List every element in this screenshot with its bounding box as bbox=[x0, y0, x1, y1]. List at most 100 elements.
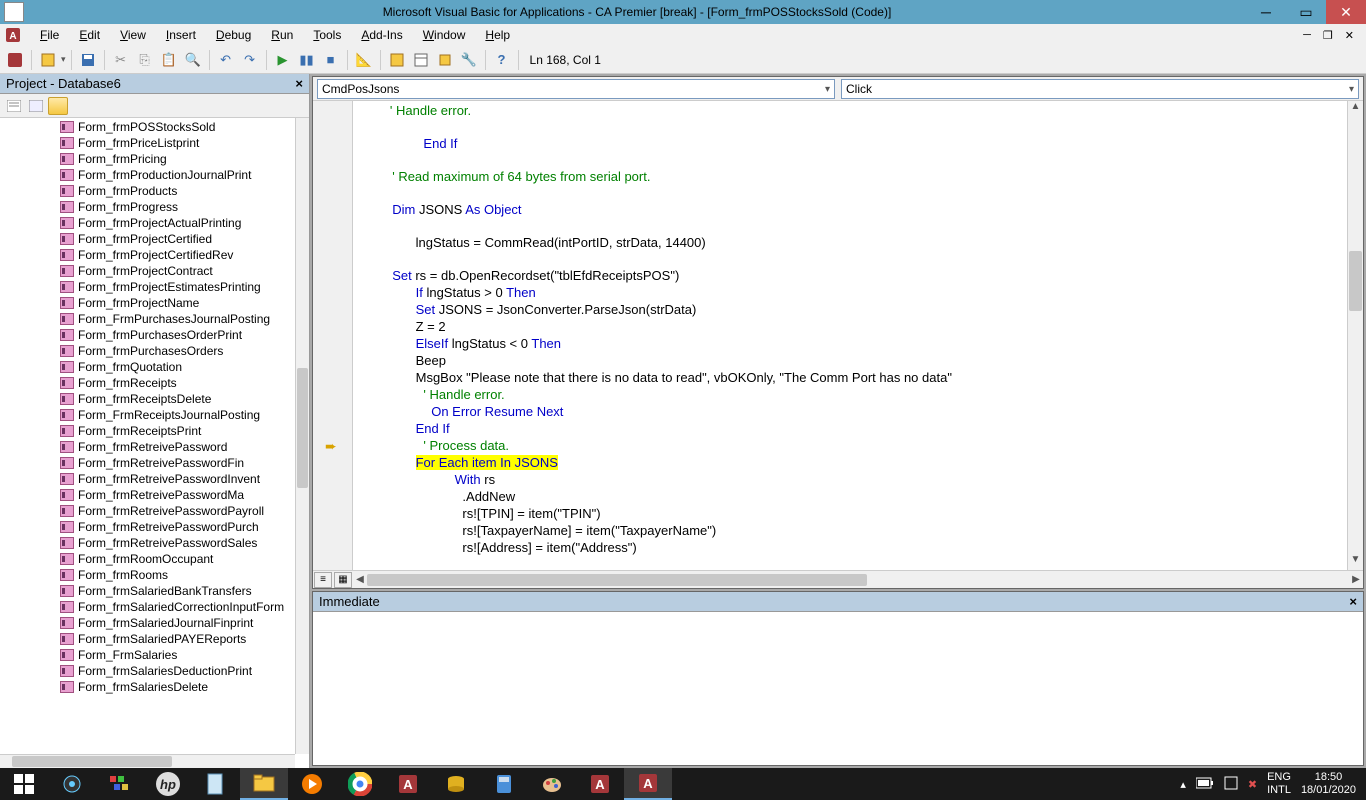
menu-edit[interactable]: Edit bbox=[69, 26, 110, 44]
view-access-icon[interactable] bbox=[4, 49, 26, 71]
toggle-folders-icon[interactable] bbox=[48, 97, 68, 115]
tree-item[interactable]: Form_frmQuotation bbox=[0, 359, 295, 375]
project-tree[interactable]: Form_frmPOSStocksSoldForm_frmPriceListpr… bbox=[0, 118, 309, 768]
tray-language[interactable]: ENG INTL bbox=[1267, 771, 1291, 797]
toolbox-icon[interactable]: 🔧 bbox=[458, 49, 480, 71]
immediate-close-button[interactable]: × bbox=[1349, 594, 1357, 609]
tree-item[interactable]: Form_frmRetreivePasswordInvent bbox=[0, 471, 295, 487]
run-icon[interactable]: ▶ bbox=[272, 49, 294, 71]
insert-module-icon[interactable] bbox=[37, 49, 59, 71]
tree-item[interactable]: Form_frmReceiptsDelete bbox=[0, 391, 295, 407]
menu-debug[interactable]: Debug bbox=[206, 26, 261, 44]
mdi-restore[interactable]: ❐ bbox=[1319, 29, 1337, 42]
scroll-left-icon[interactable]: ◀ bbox=[353, 573, 367, 587]
object-combo[interactable]: CmdPosJsons ▾ bbox=[317, 79, 835, 99]
tree-item[interactable]: Form_frmRetreivePasswordMa bbox=[0, 487, 295, 503]
system-tray[interactable]: ▴ ✖ ENG INTL 18:50 18/01/2020 bbox=[1170, 771, 1366, 797]
tree-item[interactable]: Form_frmProducts bbox=[0, 183, 295, 199]
menu-view[interactable]: View bbox=[110, 26, 156, 44]
scroll-right-icon[interactable]: ▶ bbox=[1349, 573, 1363, 587]
save-icon[interactable] bbox=[77, 49, 99, 71]
tree-item[interactable]: Form_frmPriceListprint bbox=[0, 135, 295, 151]
taskbar-app-calculator[interactable] bbox=[480, 768, 528, 800]
tree-item[interactable]: Form_frmSalariesDelete bbox=[0, 679, 295, 695]
start-button[interactable] bbox=[0, 768, 48, 800]
taskbar-app-access-3[interactable]: A bbox=[624, 768, 672, 800]
close-button[interactable]: ✕ bbox=[1326, 0, 1366, 24]
tree-item[interactable]: Form_frmRetreivePasswordFin bbox=[0, 455, 295, 471]
tree-item[interactable]: Form_frmSalariedPAYEReports bbox=[0, 631, 295, 647]
tree-item[interactable]: Form_FrmReceiptsJournalPosting bbox=[0, 407, 295, 423]
taskbar-app-notepad[interactable] bbox=[192, 768, 240, 800]
tree-item[interactable]: Form_frmSalariedCorrectionInputForm bbox=[0, 599, 295, 615]
code-horizontal-scrollbar[interactable]: ◀ ▶ bbox=[353, 573, 1363, 587]
tree-item[interactable]: Form_frmRooms bbox=[0, 567, 295, 583]
tree-item[interactable]: Form_frmProgress bbox=[0, 199, 295, 215]
redo-icon[interactable]: ↷ bbox=[239, 49, 261, 71]
project-horizontal-scrollbar[interactable] bbox=[0, 754, 295, 768]
reset-icon[interactable]: ■ bbox=[320, 49, 342, 71]
view-code-icon[interactable] bbox=[4, 97, 24, 115]
tree-item[interactable]: Form_frmRetreivePasswordPayroll bbox=[0, 503, 295, 519]
taskbar-app-access-2[interactable]: A bbox=[576, 768, 624, 800]
tree-item[interactable]: Form_frmRetreivePasswordPurch bbox=[0, 519, 295, 535]
tree-item[interactable]: Form_frmSalariesDeductionPrint bbox=[0, 663, 295, 679]
code-body[interactable]: ➨ ' Handle error. End If ' Read maximum … bbox=[313, 101, 1363, 570]
tree-item[interactable]: Form_frmPricing bbox=[0, 151, 295, 167]
menu-run[interactable]: Run bbox=[261, 26, 303, 44]
tree-item[interactable]: Form_frmProjectActualPrinting bbox=[0, 215, 295, 231]
cut-icon[interactable]: ✂ bbox=[110, 49, 132, 71]
menu-tools[interactable]: Tools bbox=[303, 26, 351, 44]
paste-icon[interactable]: 📋 bbox=[158, 49, 180, 71]
menu-addins[interactable]: Add-Ins bbox=[351, 26, 412, 44]
taskbar-app-database[interactable] bbox=[432, 768, 480, 800]
tree-item[interactable]: Form_frmPurchasesOrders bbox=[0, 343, 295, 359]
find-icon[interactable]: 🔍 bbox=[182, 49, 204, 71]
tray-show-hidden-icon[interactable]: ▴ bbox=[1180, 778, 1186, 791]
help-icon[interactable]: ? bbox=[491, 49, 513, 71]
procedure-combo[interactable]: Click ▾ bbox=[841, 79, 1359, 99]
tree-item[interactable]: Form_frmSalariedBankTransfers bbox=[0, 583, 295, 599]
mdi-close[interactable]: ✕ bbox=[1341, 29, 1358, 42]
tree-item[interactable]: Form_frmProjectCertified bbox=[0, 231, 295, 247]
tray-network-icon[interactable]: ✖ bbox=[1248, 778, 1257, 791]
tree-item[interactable]: Form_frmRoomOccupant bbox=[0, 551, 295, 567]
tree-item[interactable]: Form_frmProjectEstimatesPrinting bbox=[0, 279, 295, 295]
immediate-input[interactable] bbox=[313, 612, 1363, 765]
menu-file[interactable]: File bbox=[30, 26, 69, 44]
tree-item[interactable]: Form_frmProductionJournalPrint bbox=[0, 167, 295, 183]
tree-item[interactable]: Form_FrmPurchasesJournalPosting bbox=[0, 311, 295, 327]
design-mode-icon[interactable]: 📐 bbox=[353, 49, 375, 71]
object-browser-icon[interactable] bbox=[434, 49, 456, 71]
undo-icon[interactable]: ↶ bbox=[215, 49, 237, 71]
tree-item[interactable]: Form_frmReceipts bbox=[0, 375, 295, 391]
code-vertical-scrollbar[interactable]: ▲ ▼ bbox=[1347, 101, 1363, 570]
view-object-icon[interactable] bbox=[26, 97, 46, 115]
maximize-button[interactable]: ▭ bbox=[1286, 0, 1326, 24]
taskbar-app-media[interactable] bbox=[288, 768, 336, 800]
taskbar-app-colors[interactable] bbox=[96, 768, 144, 800]
code-text[interactable]: ' Handle error. End If ' Read maximum of… bbox=[353, 101, 1347, 570]
project-close-button[interactable]: × bbox=[295, 76, 303, 91]
tree-item[interactable]: Form_frmReceiptsPrint bbox=[0, 423, 295, 439]
tree-item[interactable]: Form_frmPurchasesOrderPrint bbox=[0, 327, 295, 343]
tree-item[interactable]: Form_frmProjectName bbox=[0, 295, 295, 311]
menu-help[interactable]: Help bbox=[475, 26, 520, 44]
taskbar-app-hp[interactable]: hp bbox=[144, 768, 192, 800]
project-vertical-scrollbar[interactable] bbox=[295, 118, 309, 754]
taskbar-app-paint[interactable] bbox=[528, 768, 576, 800]
procedure-view-button[interactable]: ≡ bbox=[314, 572, 332, 588]
mdi-minimize[interactable]: ─ bbox=[1299, 29, 1315, 42]
taskbar-app-access-1[interactable]: A bbox=[384, 768, 432, 800]
tray-action-center-icon[interactable] bbox=[1224, 776, 1238, 793]
tree-item[interactable]: Form_frmProjectContract bbox=[0, 263, 295, 279]
taskbar-app-explorer[interactable] bbox=[240, 768, 288, 800]
tree-item[interactable]: Form_frmSalariedJournalFinprint bbox=[0, 615, 295, 631]
tree-item[interactable]: Form_frmProjectCertifiedRev bbox=[0, 247, 295, 263]
project-explorer-icon[interactable] bbox=[386, 49, 408, 71]
minimize-button[interactable]: ─ bbox=[1246, 0, 1286, 24]
menu-window[interactable]: Window bbox=[413, 26, 476, 44]
tray-clock[interactable]: 18:50 18/01/2020 bbox=[1301, 771, 1356, 797]
scroll-up-icon[interactable]: ▲ bbox=[1348, 101, 1363, 117]
properties-icon[interactable] bbox=[410, 49, 432, 71]
